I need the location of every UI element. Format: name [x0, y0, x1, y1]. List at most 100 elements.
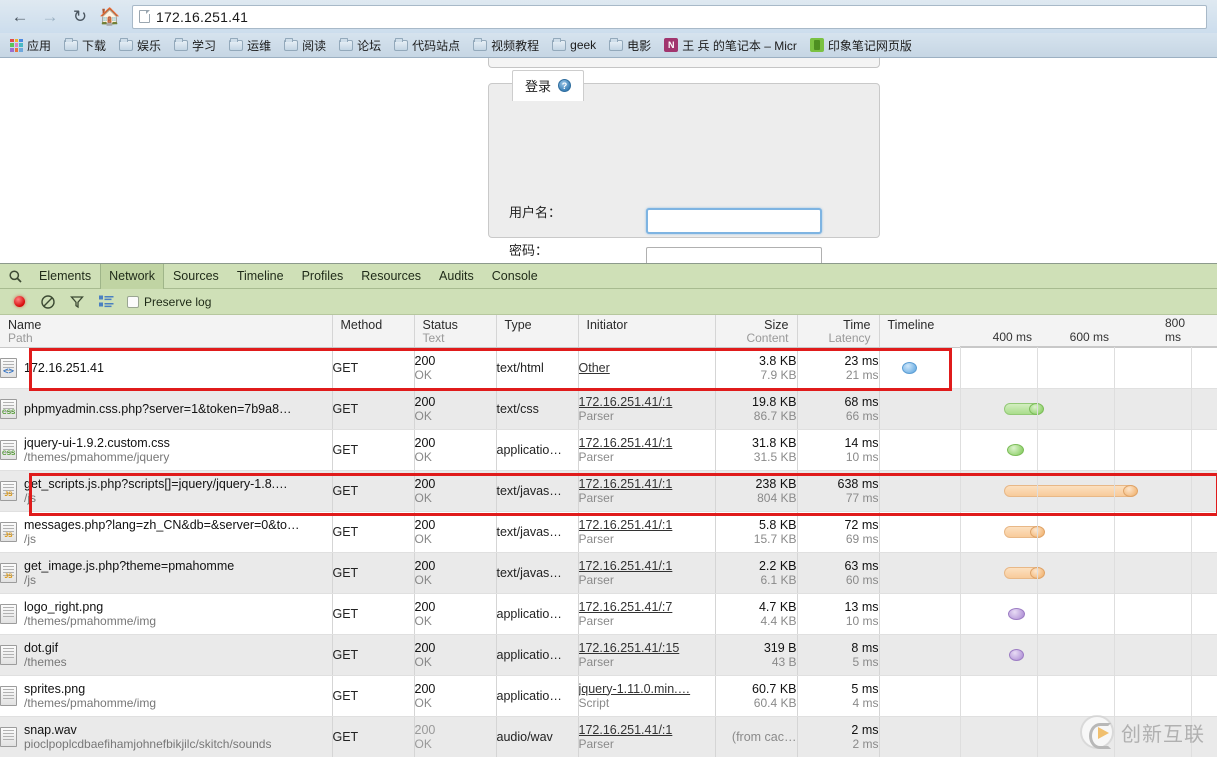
- column-header-time[interactable]: Time Latency: [797, 315, 880, 348]
- time-latency: 5 ms: [852, 654, 879, 669]
- large-rows-list-icon[interactable]: [98, 294, 114, 310]
- table-row[interactable]: snap.wav pioclpoplcdbaefihamjohnefbikjilc…: [0, 716, 1217, 757]
- help-question-icon[interactable]: ?: [558, 79, 572, 92]
- tab-console[interactable]: Console: [483, 264, 547, 289]
- bookmark-item[interactable]: 娱乐: [113, 35, 167, 56]
- column-header-initiator[interactable]: Initiator: [578, 315, 716, 348]
- tab-sources[interactable]: Sources: [164, 264, 228, 289]
- time-latency: 2 ms: [852, 736, 879, 751]
- clear-no-entry-icon[interactable]: [40, 294, 56, 310]
- time-latency: 66 ms: [845, 408, 879, 423]
- cell-name[interactable]: sprites.png/themes/pmahomme/img: [0, 675, 333, 717]
- table-row[interactable]: JS messages.php?lang=zh_CN&db=&server=0&t…: [0, 511, 1217, 553]
- column-header-status[interactable]: Status Text: [414, 315, 497, 348]
- bookmark-item[interactable]: 电影: [603, 35, 657, 56]
- reload-icon[interactable]: ↻: [66, 4, 94, 30]
- bookmark-item[interactable]: 视频教程: [467, 35, 545, 56]
- column-header-method[interactable]: Method: [332, 315, 415, 348]
- cell-initiator[interactable]: 172.16.251.41/:1 Parser: [578, 470, 716, 512]
- cell-name[interactable]: JS messages.php?lang=zh_CN&db=&server=0&t…: [0, 511, 333, 553]
- table-row[interactable]: JS get_scripts.js.php?scripts[]=jquery/jq…: [0, 470, 1217, 512]
- record-circle-icon[interactable]: [11, 294, 27, 310]
- request-name: dot.gif: [24, 640, 59, 655]
- cell-name[interactable]: logo_right.png/themes/pmahomme/img: [0, 593, 333, 635]
- initiator-link[interactable]: 172.16.251.41/:1: [579, 477, 715, 491]
- cell-method: GET: [332, 347, 415, 389]
- tab-audits[interactable]: Audits: [430, 264, 483, 289]
- bookmark-item[interactable]: 代码站点: [388, 35, 466, 56]
- initiator-link[interactable]: 172.16.251.41/:1: [579, 436, 715, 450]
- preserve-log-checkbox[interactable]: [127, 295, 139, 308]
- time-latency: 10 ms: [845, 613, 879, 628]
- table-row[interactable]: logo_right.png/themes/pmahomme/img GET 200…: [0, 593, 1217, 635]
- bookmark-item[interactable]: N王 兵 的笔记本 – Micr: [658, 35, 803, 56]
- cell-initiator[interactable]: 172.16.251.41/:1 Parser: [578, 716, 716, 757]
- initiator-link[interactable]: 172.16.251.41/:15: [579, 641, 715, 655]
- funnel-filter-icon[interactable]: [69, 294, 85, 310]
- cell-initiator[interactable]: 172.16.251.41/:7 Parser: [578, 593, 716, 635]
- bookmark-item[interactable]: 应用: [4, 35, 57, 56]
- table-row[interactable]: sprites.png/themes/pmahomme/img GET 200 OK a…: [0, 675, 1217, 717]
- name-cell: CSS phpmyadmin.css.php?server=1&token=7b9…: [0, 398, 332, 419]
- tab-profiles[interactable]: Profiles: [293, 264, 353, 289]
- initiator-link[interactable]: 172.16.251.41/:1: [579, 559, 715, 573]
- cell-initiator[interactable]: Other: [578, 347, 716, 389]
- bookmark-item[interactable]: 学习: [168, 35, 222, 56]
- back-arrow-icon[interactable]: ←: [6, 4, 34, 30]
- initiator-link[interactable]: 172.16.251.41/:7: [579, 600, 715, 614]
- table-row[interactable]: CSS jquery-ui-1.9.2.custom.css/themes/pma…: [0, 429, 1217, 471]
- table-row[interactable]: JS get_image.js.php?theme=pmahomme/js GET 2…: [0, 552, 1217, 594]
- table-row[interactable]: <> 172.16.251.41 GET 200 OK text/html Other 3.8…: [0, 347, 1217, 389]
- cell-status: 200 OK: [414, 552, 497, 594]
- forward-arrow-icon[interactable]: →: [36, 4, 64, 30]
- password-input[interactable]: [646, 247, 822, 263]
- size-transferred: (from cac…: [731, 729, 797, 744]
- cell-initiator[interactable]: jquery-1.11.0.min.… Script: [578, 675, 716, 717]
- bookmark-item[interactable]: 运维: [223, 35, 277, 56]
- cell-name[interactable]: CSS phpmyadmin.css.php?server=1&token=7b9…: [0, 388, 333, 430]
- tab-network[interactable]: Network: [100, 263, 164, 289]
- cell-method: GET: [332, 470, 415, 512]
- cell-initiator[interactable]: 172.16.251.41/:1 Parser: [578, 388, 716, 430]
- address-bar[interactable]: 172.16.251.41: [132, 4, 1207, 29]
- bookmark-item[interactable]: 印象笔记网页版: [804, 35, 918, 56]
- column-header-name[interactable]: Name Path: [0, 315, 333, 348]
- initiator-type: Parser: [578, 449, 614, 464]
- preserve-log-toggle[interactable]: Preserve log: [127, 295, 211, 309]
- network-requests-table-wrap[interactable]: Name Path Method Status Text Type Initiator Siz…: [0, 315, 1217, 757]
- table-row[interactable]: dot.gif/themes GET 200 OK applicatio… 172.16.…: [0, 634, 1217, 676]
- cell-initiator[interactable]: 172.16.251.41/:15 Parser: [578, 634, 716, 676]
- initiator-link[interactable]: 172.16.251.41/:1: [579, 723, 715, 737]
- folder-icon: [473, 37, 488, 51]
- bookmark-item[interactable]: 论坛: [333, 35, 387, 56]
- initiator-link[interactable]: 172.16.251.41/:1: [579, 395, 715, 409]
- cell-name[interactable]: snap.wav pioclpoplcdbaefihamjohnefbikjilc…: [0, 716, 333, 757]
- cell-name[interactable]: CSS jquery-ui-1.9.2.custom.css/themes/pma…: [0, 429, 333, 471]
- bookmark-item[interactable]: 阅读: [278, 35, 332, 56]
- username-input[interactable]: [646, 208, 822, 234]
- column-header-size[interactable]: Size Content: [715, 315, 798, 348]
- cell-name[interactable]: JS get_image.js.php?theme=pmahomme/js: [0, 552, 333, 594]
- cell-name[interactable]: dot.gif/themes: [0, 634, 333, 676]
- cell-name[interactable]: <> 172.16.251.41: [0, 347, 333, 389]
- tab-resources[interactable]: Resources: [352, 264, 430, 289]
- home-icon[interactable]: 🏠: [96, 4, 124, 30]
- cell-name[interactable]: JS get_scripts.js.php?scripts[]=jquery/jq…: [0, 470, 333, 512]
- cell-initiator[interactable]: 172.16.251.41/:1 Parser: [578, 552, 716, 594]
- initiator-link[interactable]: 172.16.251.41/:1: [579, 518, 715, 532]
- tab-elements[interactable]: Elements: [30, 264, 100, 289]
- waterfall-dot: [1006, 443, 1024, 456]
- column-header-type[interactable]: Type: [496, 315, 579, 348]
- initiator-link[interactable]: Other: [579, 361, 715, 375]
- initiator-link[interactable]: jquery-1.11.0.min.…: [579, 682, 715, 696]
- bookmark-item[interactable]: 下载: [58, 35, 112, 56]
- cell-initiator[interactable]: 172.16.251.41/:1 Parser: [578, 511, 716, 553]
- column-header-timeline[interactable]: Timeline: [879, 315, 1217, 348]
- table-row[interactable]: CSS phpmyadmin.css.php?server=1&token=7b9…: [0, 388, 1217, 430]
- search-icon[interactable]: [0, 269, 30, 283]
- bookmark-item[interactable]: geek: [546, 36, 602, 54]
- tab-timeline[interactable]: Timeline: [228, 264, 293, 289]
- cell-time: 13 ms 10 ms: [797, 593, 880, 635]
- cell-initiator[interactable]: 172.16.251.41/:1 Parser: [578, 429, 716, 471]
- cell-status: 200 OK: [414, 634, 497, 676]
